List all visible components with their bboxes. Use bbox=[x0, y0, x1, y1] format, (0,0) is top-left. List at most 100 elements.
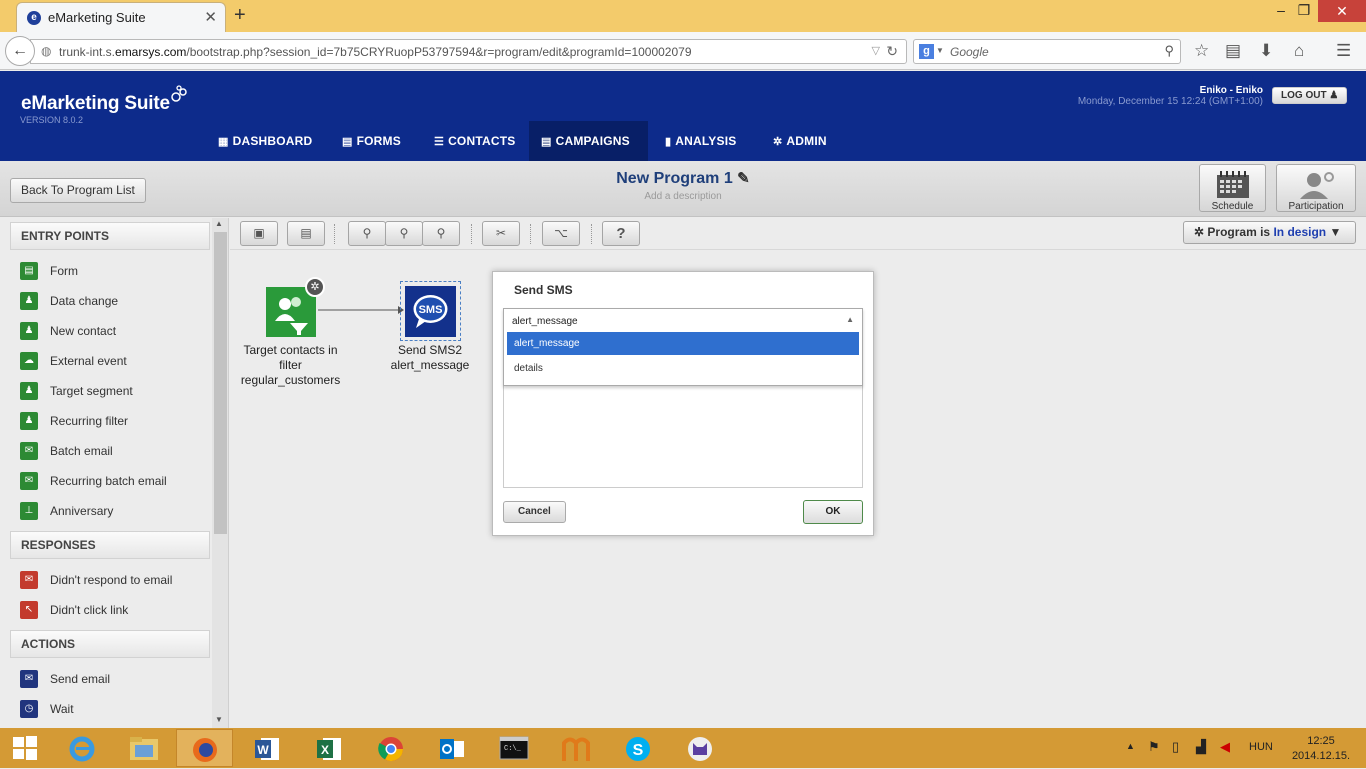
browser-tab[interactable]: e eMarketing Suite ✕ bbox=[16, 2, 226, 32]
scrollbar-thumb[interactable] bbox=[214, 232, 227, 534]
schedule-label: Schedule bbox=[1211, 201, 1254, 212]
node-label-line: Send SMS2 bbox=[397, 343, 463, 357]
sidebar-scrollbar[interactable]: ▲ ▼ bbox=[212, 218, 228, 728]
reading-list-icon[interactable]: ▤ bbox=[1225, 41, 1241, 61]
zoom-in-icon[interactable]: ⚲ bbox=[385, 221, 423, 246]
sidebar-item-label: Recurring batch email bbox=[50, 474, 167, 488]
taskbar-chrome[interactable] bbox=[362, 729, 419, 767]
download-icon[interactable]: ⬇ bbox=[1259, 41, 1273, 61]
cat-app-icon bbox=[687, 737, 712, 761]
sidebar-item-label: Target segment bbox=[50, 384, 133, 398]
menu-admin[interactable]: ✲ ADMIN bbox=[761, 121, 839, 161]
restore-icon[interactable]: ❐ bbox=[1290, 2, 1318, 19]
cut-icon[interactable]: ✂ bbox=[482, 221, 520, 246]
taskbar-ie[interactable] bbox=[53, 729, 110, 767]
user-name: Eniko - Eniko bbox=[1199, 85, 1263, 96]
taskbar-word[interactable]: W bbox=[238, 729, 295, 767]
app-header: eMarketing Suite VERSION 8.0.2 Eniko - E… bbox=[0, 71, 1366, 161]
help-icon[interactable]: ? bbox=[602, 221, 640, 246]
logo-text: eMarketing Suite bbox=[21, 93, 170, 114]
search-engine-dropdown-icon[interactable]: ▼ bbox=[936, 46, 944, 55]
menu-icon[interactable]: ☰ bbox=[1336, 41, 1351, 61]
menu-label: ANALYSIS bbox=[675, 134, 737, 148]
battery-icon[interactable]: ▯ bbox=[1172, 739, 1179, 755]
target-contacts-label: Target contacts in filter regular_custom… bbox=[230, 343, 351, 388]
menu-dashboard[interactable]: ▦ DASHBOARD bbox=[206, 121, 324, 161]
network-icon[interactable]: ▟ bbox=[1196, 739, 1206, 755]
section-responses[interactable]: RESPONSES bbox=[10, 531, 210, 559]
input-language[interactable]: HUN bbox=[1249, 741, 1273, 753]
section-actions[interactable]: ACTIONS bbox=[10, 630, 210, 658]
new-tab-icon[interactable]: + bbox=[234, 4, 246, 27]
zoom-fit-icon[interactable]: ⚲ bbox=[348, 221, 386, 246]
cancel-button[interactable]: Cancel bbox=[503, 501, 566, 523]
scroll-up-icon[interactable]: ▲ bbox=[215, 219, 223, 228]
program-status-dropdown[interactable]: ✲ Program is In design ▼ bbox=[1183, 221, 1356, 244]
flag-icon[interactable]: ⚑ bbox=[1148, 739, 1160, 755]
clock[interactable]: 12:25 2014.12.15. bbox=[1286, 734, 1356, 764]
send-sms-node[interactable]: SMS bbox=[405, 286, 456, 337]
section-entry-points[interactable]: ENTRY POINTS bbox=[10, 222, 210, 250]
svg-text:SMS: SMS bbox=[419, 304, 443, 316]
send-sms-label: Send SMS2 alert_message bbox=[380, 343, 480, 373]
svg-text:S: S bbox=[632, 742, 643, 759]
taskbar-skype[interactable]: S bbox=[609, 729, 666, 767]
schedule-button[interactable]: Schedule bbox=[1199, 164, 1266, 212]
window-close-icon[interactable]: ✕ bbox=[1318, 0, 1366, 22]
sidebar-item-label: Batch email bbox=[50, 444, 113, 458]
home-icon[interactable]: ⌂ bbox=[1294, 41, 1304, 61]
program-description[interactable]: Add a description bbox=[0, 191, 1366, 202]
connect-icon[interactable]: ⌥ bbox=[542, 221, 580, 246]
close-tab-icon[interactable]: ✕ bbox=[204, 8, 217, 26]
menu-forms[interactable]: ▤ FORMS bbox=[330, 121, 413, 161]
back-button-icon[interactable]: ← bbox=[5, 36, 35, 66]
search-box[interactable]: g ▼ Google ⚲ bbox=[913, 39, 1181, 64]
toolbar-divider bbox=[591, 224, 592, 244]
search-icon[interactable]: ⚲ bbox=[1164, 43, 1174, 59]
participation-button[interactable]: Participation bbox=[1276, 164, 1356, 212]
save-as-icon[interactable]: ▤ bbox=[287, 221, 325, 246]
taskbar-app[interactable] bbox=[547, 729, 604, 767]
node-settings-gear-icon[interactable]: ✲ bbox=[305, 277, 325, 297]
message-textarea[interactable] bbox=[503, 384, 863, 488]
message-select[interactable]: alert_message ▲ alert_message details bbox=[503, 308, 863, 386]
contacts-icon: ☰ bbox=[434, 136, 445, 148]
select-option[interactable]: alert_message bbox=[507, 332, 859, 355]
browser-tab-bar: e eMarketing Suite ✕ + – ❐ ✕ bbox=[0, 0, 1366, 32]
globe-icon: ◍ bbox=[41, 44, 52, 58]
reload-icon[interactable]: ↻ bbox=[886, 43, 898, 60]
logout-button[interactable]: LOG OUT ♟ bbox=[1272, 87, 1348, 104]
taskbar-outlook[interactable] bbox=[423, 729, 480, 767]
volume-muted-icon[interactable]: ◀ bbox=[1220, 739, 1230, 755]
url-dropdown-icon[interactable]: ▽ bbox=[872, 44, 880, 57]
ok-button[interactable]: OK bbox=[803, 500, 863, 524]
scroll-down-icon[interactable]: ▼ bbox=[215, 715, 223, 724]
taskbar-cat-app[interactable] bbox=[671, 729, 728, 767]
sidebar-item-label: Data change bbox=[50, 294, 119, 308]
taskbar-excel[interactable]: X bbox=[300, 729, 357, 767]
save-icon[interactable]: ▣ bbox=[240, 221, 278, 246]
pencil-icon[interactable]: ✎ bbox=[737, 170, 750, 187]
url-bar[interactable]: ◍ trunk-int.s.emarsys.com/bootstrap.php?… bbox=[30, 39, 907, 64]
menu-analysis[interactable]: ▮ ANALYSIS bbox=[653, 121, 748, 161]
chevron-up-icon[interactable]: ▲ bbox=[846, 315, 854, 324]
select-option[interactable]: details bbox=[507, 357, 859, 380]
taskbar-cmd[interactable]: C:\_ bbox=[485, 729, 542, 767]
taskbar-explorer[interactable] bbox=[115, 729, 172, 767]
program-title[interactable]: New Program 1 ✎ bbox=[0, 169, 1366, 188]
logo-bubbles-icon bbox=[171, 85, 187, 102]
app-logo[interactable]: eMarketing Suite bbox=[21, 85, 187, 115]
zoom-out-icon[interactable]: ⚲ bbox=[422, 221, 460, 246]
show-hidden-icons-icon[interactable]: ▲ bbox=[1126, 741, 1135, 751]
start-button[interactable] bbox=[0, 729, 50, 767]
url-text: trunk-int.s.emarsys.com/bootstrap.php?se… bbox=[59, 45, 692, 59]
bookmark-star-icon[interactable]: ☆ bbox=[1194, 41, 1209, 61]
menu-contacts[interactable]: ☰ CONTACTS bbox=[422, 121, 527, 161]
svg-text:X: X bbox=[320, 743, 328, 757]
send-sms-dialog: Send SMS alert_message ▲ alert_message d… bbox=[492, 271, 874, 536]
menu-campaigns[interactable]: ▤ CAMPAIGNS bbox=[529, 121, 648, 161]
sidebar-item-label: Didn't respond to email bbox=[50, 573, 173, 587]
taskbar-firefox[interactable] bbox=[176, 729, 233, 767]
svg-text:W: W bbox=[257, 743, 269, 757]
node-label-line: alert_message bbox=[390, 358, 470, 372]
